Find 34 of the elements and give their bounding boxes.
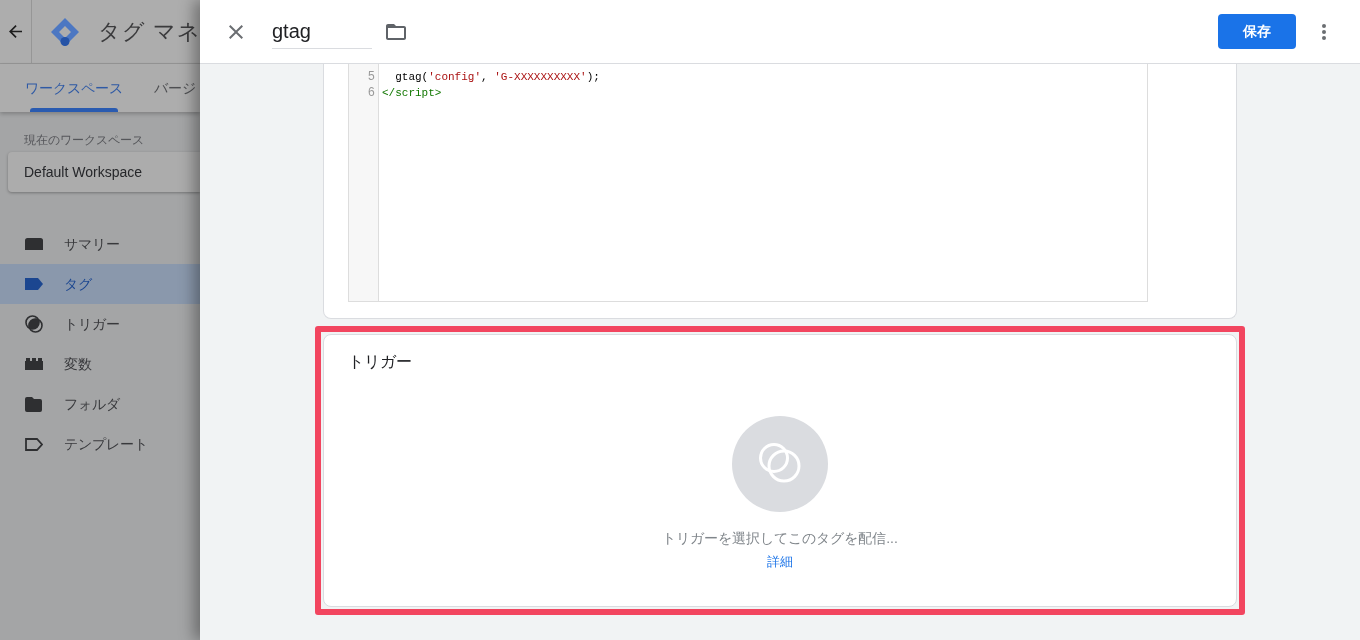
tag-outline-icon bbox=[25, 437, 43, 451]
workspace-selector[interactable]: Default Workspace bbox=[8, 152, 200, 192]
folder-button[interactable] bbox=[386, 21, 406, 42]
line-number: 6 bbox=[367, 85, 375, 101]
line-number: 5 bbox=[367, 69, 375, 85]
sidebar-item[interactable]: フォルダ bbox=[0, 384, 200, 424]
sidebar-item[interactable]: 変数 bbox=[0, 344, 200, 384]
section-title: トリガー bbox=[348, 352, 412, 372]
folder-icon bbox=[25, 396, 42, 412]
workspace-label: 現在のワークスペース bbox=[24, 132, 145, 148]
tag-icon bbox=[25, 278, 43, 290]
diamond-logo-icon bbox=[50, 16, 80, 47]
app-title: タグ マネ bbox=[98, 17, 200, 46]
tray-icon bbox=[25, 238, 43, 250]
sidebar-item[interactable]: サマリー bbox=[0, 224, 200, 264]
tab[interactable]: バージ bbox=[154, 64, 196, 112]
sidebar-item[interactable]: タグ bbox=[0, 264, 200, 304]
close-icon bbox=[229, 24, 243, 39]
code-editor[interactable]: 5 6 gtag('config', 'G-XXXXXXXXXX'); </script> bbox=[348, 64, 1148, 302]
back-arrow-icon bbox=[9, 25, 22, 38]
code-line: gtag('config', 'G-XXXXXXXXXX'); bbox=[394, 70, 601, 85]
overlapping-circles-icon bbox=[732, 416, 828, 512]
tab[interactable]: ワークスペース bbox=[25, 64, 123, 112]
sidebar-item[interactable]: テンプレート bbox=[0, 424, 200, 464]
sidebar-item[interactable]: トリガー bbox=[0, 304, 200, 344]
brick-icon bbox=[25, 358, 43, 370]
overlapping-circles-icon bbox=[25, 315, 43, 333]
save-button[interactable]: 保存 bbox=[1218, 14, 1296, 49]
code-line: </script> bbox=[382, 86, 443, 101]
folder-outline-icon bbox=[386, 23, 406, 40]
more-vertical-icon bbox=[1322, 23, 1326, 40]
hint-text: トリガーを選択してこのタグを配信... bbox=[662, 529, 898, 548]
learn-more-link[interactable]: 詳細 bbox=[767, 553, 793, 571]
tag-name-field[interactable]: gtag bbox=[272, 14, 372, 49]
